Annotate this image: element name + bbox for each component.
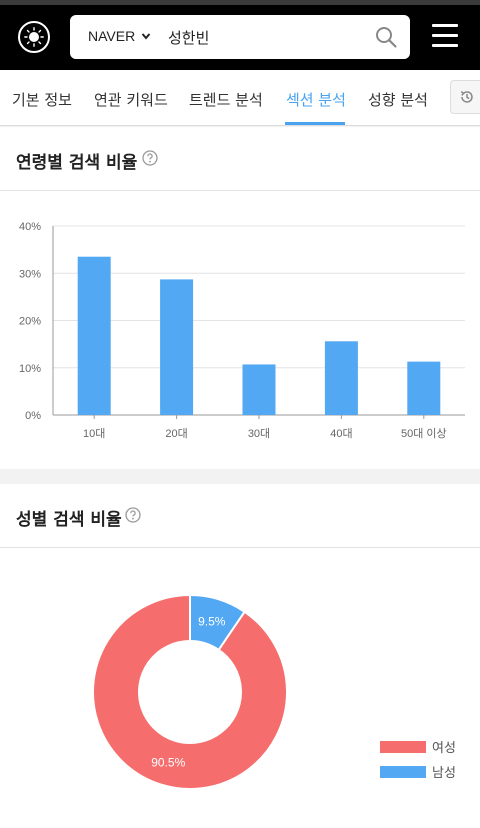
tab-related-keywords[interactable]: 연관 키워드 — [94, 89, 168, 110]
tab-section-analysis[interactable]: 섹션 분석 — [286, 89, 346, 110]
bar-4[interactable] — [407, 361, 441, 415]
engine-label: NAVER — [88, 28, 136, 44]
x-tick-label: 30대 — [248, 427, 270, 440]
y-tick-label: 40% — [19, 221, 41, 233]
x-tick-label: 50대 이상 — [401, 427, 447, 440]
bar-2[interactable] — [242, 364, 276, 415]
age-card-title: 연령별 검색 비율 — [16, 153, 138, 173]
sun-logo-icon[interactable] — [18, 21, 50, 53]
legend-swatch-male — [380, 765, 426, 778]
hamburger-menu-icon[interactable] — [432, 24, 458, 48]
gender-ratio-card: 성별 검색 비율 90.5% 9.5% 여성 남성 — [0, 484, 480, 828]
engine-select[interactable]: NAVER — [88, 28, 151, 44]
question-circle-icon[interactable] — [142, 150, 158, 166]
search-icon[interactable] — [374, 25, 398, 49]
section-tabs: 기본 정보 연관 키워드 트렌드 분석 섹션 분석 성향 분석 — [0, 70, 480, 126]
search-input[interactable]: 성한빈 — [168, 27, 209, 48]
gender-card-title: 성별 검색 비율 — [16, 510, 122, 530]
chevron-down-icon — [141, 33, 151, 40]
y-tick-label: 10% — [19, 363, 41, 375]
gender-donut-chart: 90.5% 9.5% — [92, 593, 288, 790]
legend-label-female: 여성 — [432, 741, 456, 756]
x-tick-label: 20대 — [165, 427, 187, 440]
history-button[interactable] — [450, 80, 480, 114]
legend-swatch-female — [380, 740, 426, 753]
age-card-header: 연령별 검색 비율 — [0, 127, 480, 191]
bar-3[interactable] — [324, 341, 358, 415]
x-tick-label: 40대 — [330, 427, 352, 440]
x-tick-label: 10대 — [83, 427, 105, 440]
status-strip — [0, 0, 480, 5]
search-box: NAVER 성한빈 — [70, 15, 410, 59]
slice-label: 9.5% — [198, 614, 226, 628]
bar-0[interactable] — [77, 256, 111, 415]
y-tick-label: 20% — [19, 316, 41, 328]
gender-card-header: 성별 검색 비율 — [0, 484, 480, 548]
legend-item-female[interactable]: 여성 — [380, 737, 456, 756]
tab-trend-analysis[interactable]: 트렌드 분석 — [189, 89, 263, 110]
legend-item-male[interactable]: 남성 — [380, 762, 456, 781]
question-circle-icon[interactable] — [125, 507, 141, 523]
tab-basic-info[interactable]: 기본 정보 — [12, 89, 72, 110]
top-bar: NAVER 성한빈 — [0, 0, 480, 70]
active-tab-indicator — [285, 122, 345, 125]
y-tick-label: 30% — [19, 268, 41, 280]
tab-tendency-analysis[interactable]: 성향 분석 — [368, 89, 428, 110]
legend-label-male: 남성 — [432, 766, 456, 781]
y-tick-label: 0% — [25, 410, 41, 422]
age-ratio-card: 연령별 검색 비율 0% 10% 20% 30% 40% 10대 20대 30대 40대 50대 … — [0, 127, 480, 469]
history-icon — [460, 90, 473, 103]
slice-label: 90.5% — [151, 756, 185, 770]
age-bar-chart: 0% 10% 20% 30% 40% 10대 20대 30대 40대 50대 이상 — [19, 221, 465, 440]
bar-1[interactable] — [160, 279, 194, 415]
